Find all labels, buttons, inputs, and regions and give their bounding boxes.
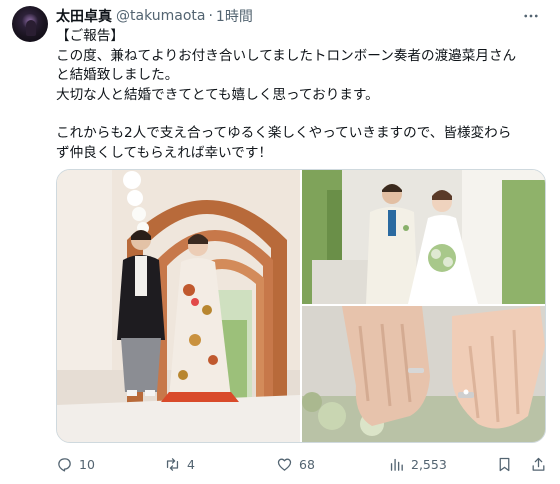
photo-western-couple-art — [302, 170, 545, 304]
reply-icon — [58, 457, 71, 472]
tweet-line: これからも2人で支え合ってゆるく楽しくやっていきますので、皆様変わら — [56, 125, 512, 141]
share-button[interactable] — [530, 452, 547, 476]
tweet-line: 大切な人と結婚できてとても嬉しく思っております。 — [56, 86, 379, 103]
views-count: 2,553 — [411, 456, 447, 472]
more-icon — [524, 14, 538, 18]
avatar-figure — [26, 20, 36, 36]
separator-dot: · — [208, 8, 213, 24]
photo-western-couple[interactable] — [302, 170, 545, 304]
tweet-line: ず仲良くしてもらえれば幸いです！ — [56, 144, 273, 161]
photo-kimono-couple[interactable] — [57, 170, 300, 442]
repost-icon — [166, 457, 179, 471]
media-grid — [56, 169, 546, 443]
like-icon — [277, 458, 292, 471]
like-button[interactable]: 68 — [276, 452, 315, 476]
tweet-actions: 10 4 68 2,553 — [56, 452, 548, 476]
tweet[interactable]: 太田卓真 @takumaota · 1時間 【ご報告】 この度、兼ねてよりお付き… — [0, 0, 560, 484]
photo-kimono-couple-art — [57, 170, 300, 442]
tweet-header: 太田卓真 @takumaota · 1時間 — [56, 6, 253, 26]
bookmark-icon — [499, 457, 510, 471]
like-count: 68 — [299, 456, 315, 472]
reply-button[interactable]: 10 — [56, 452, 95, 476]
tweet-line: この度、兼ねてよりお付き合いしてましたトロンボーン奏者の渡邉菜月さん — [56, 47, 517, 64]
avatar[interactable] — [12, 6, 48, 42]
tweet-line: と結婚致しました。 — [56, 67, 179, 83]
author-handle[interactable]: @takumaota — [116, 8, 205, 24]
tweet-line: 【ご報告】 — [56, 28, 124, 44]
reply-count: 10 — [79, 456, 95, 472]
repost-button[interactable]: 4 — [164, 452, 195, 476]
author-name[interactable]: 太田卓真 — [56, 6, 112, 26]
repost-count: 4 — [187, 456, 195, 472]
bookmark-button[interactable] — [496, 452, 513, 476]
views-button[interactable]: 2,553 — [388, 452, 447, 476]
photo-wedding-rings[interactable] — [302, 306, 545, 442]
more-button[interactable] — [517, 4, 545, 28]
photo-wedding-rings-art — [302, 306, 545, 442]
views-icon — [390, 458, 403, 471]
timestamp[interactable]: 1時間 — [216, 6, 253, 26]
share-icon — [532, 457, 545, 471]
tweet-text: 【ご報告】 この度、兼ねてよりお付き合いしてましたトロンボーン奏者の渡邉菜月さん… — [56, 27, 548, 163]
